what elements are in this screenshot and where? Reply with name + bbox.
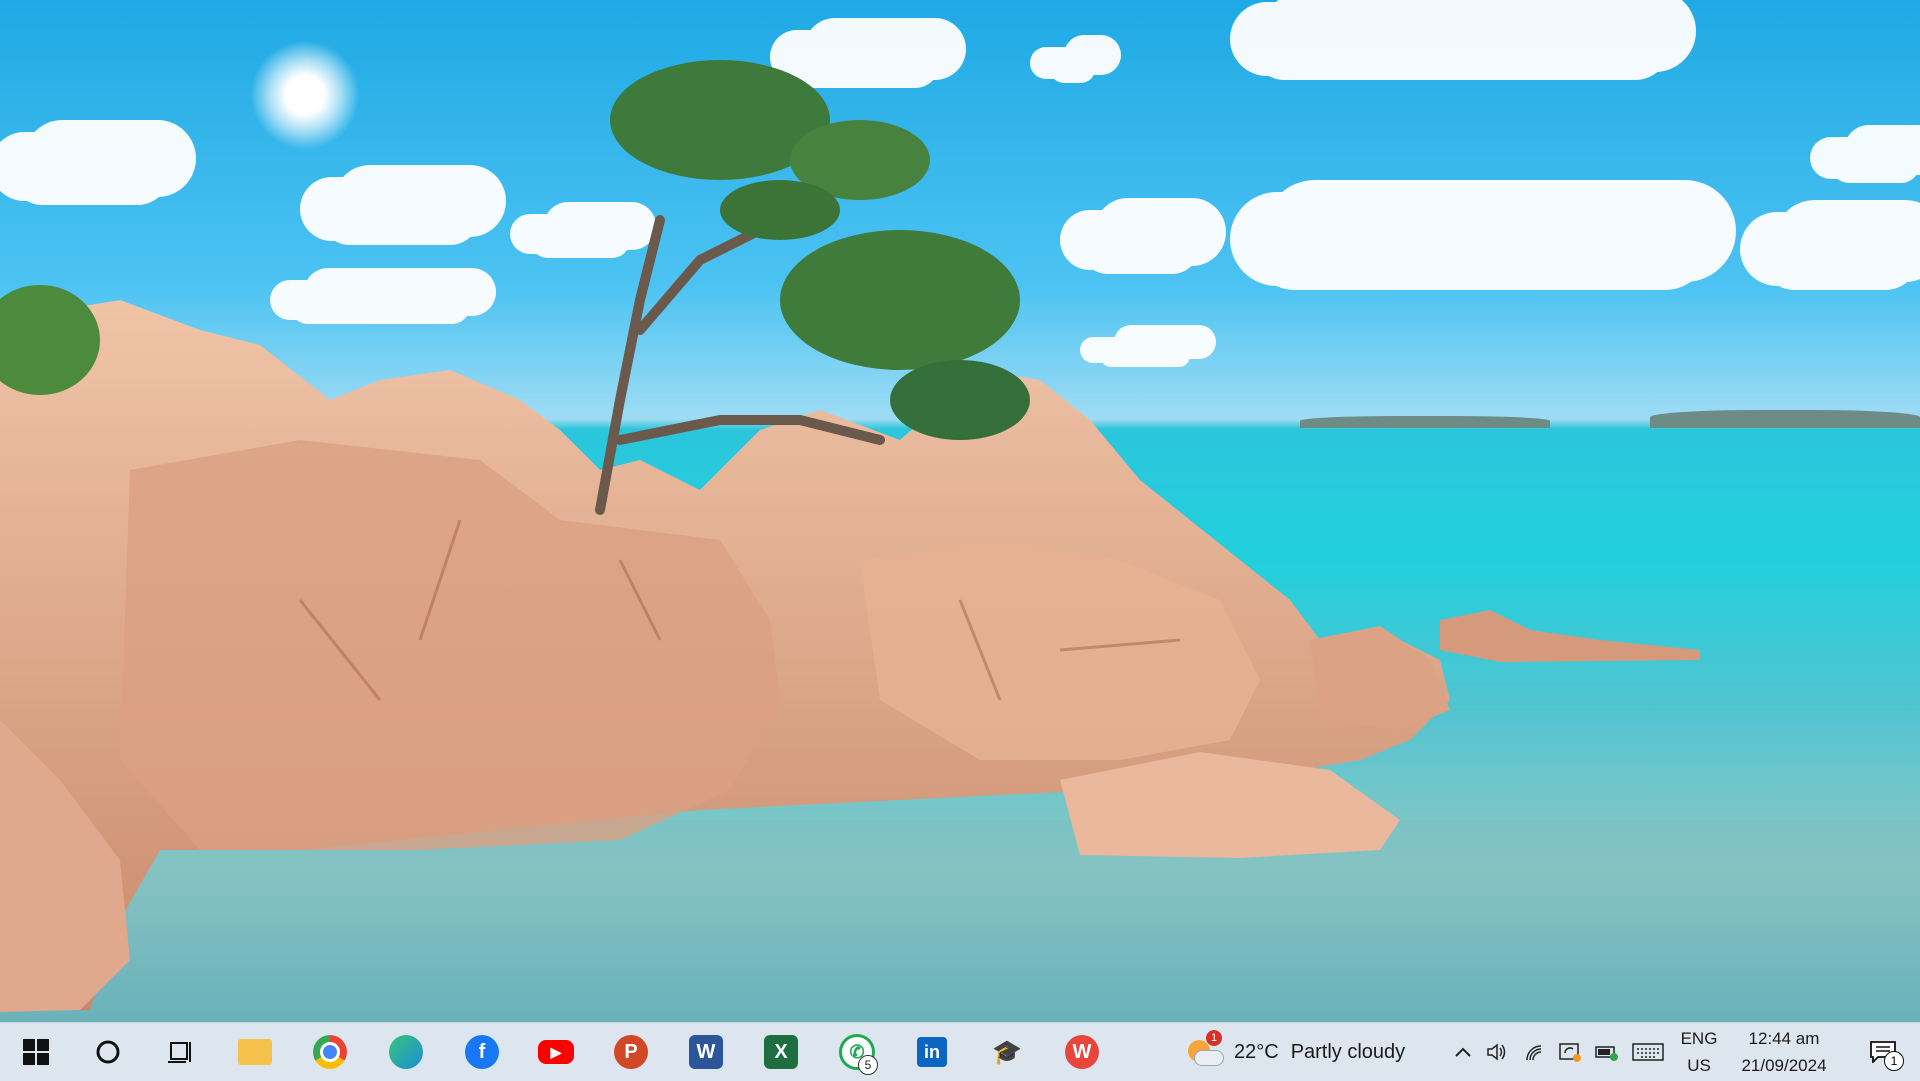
- taskbar-app-excel[interactable]: X: [751, 1023, 811, 1081]
- clock[interactable]: 12:44 am 21/09/2024: [1732, 1023, 1836, 1081]
- taskbar-app-whatsapp[interactable]: ✆ 5: [827, 1023, 887, 1081]
- task-view-icon: [168, 1042, 191, 1063]
- taskbar: f ▶ P W X ✆ 5 in 🎓 W 1 22°C Partly cloud…: [0, 1022, 1920, 1081]
- partly-cloudy-icon: 1: [1186, 1030, 1224, 1068]
- chrome-icon: [313, 1035, 347, 1069]
- powerpoint-icon: P: [614, 1035, 648, 1069]
- weather-temp: 22°C: [1234, 1040, 1279, 1063]
- show-hidden-icons-button[interactable]: [1448, 1023, 1478, 1081]
- language-bottom: US: [1687, 1056, 1711, 1075]
- weather-widget[interactable]: 1 22°C Partly cloudy: [1186, 1023, 1426, 1081]
- wifi-icon: [1526, 1045, 1542, 1061]
- edge-icon: [389, 1035, 423, 1069]
- taskbar-app-edge[interactable]: [376, 1023, 436, 1081]
- battery-icon: [1595, 1046, 1618, 1061]
- cortana-circle-icon: [96, 1040, 120, 1064]
- folder-icon: [238, 1039, 272, 1065]
- weather-badge: 1: [1206, 1030, 1222, 1046]
- taskbar-app-wps[interactable]: W: [1052, 1023, 1112, 1081]
- language-top: ENG: [1680, 1029, 1718, 1048]
- action-center-button[interactable]: 1: [1858, 1023, 1908, 1081]
- word-icon: W: [689, 1035, 723, 1069]
- taskbar-app-word[interactable]: W: [676, 1023, 736, 1081]
- taskbar-app-powerpoint[interactable]: P: [601, 1023, 661, 1081]
- start-button[interactable]: [10, 1023, 62, 1081]
- volume-button[interactable]: [1482, 1023, 1512, 1081]
- excel-icon: X: [764, 1035, 798, 1069]
- weather-condition: Partly cloudy: [1290, 1040, 1406, 1063]
- sync-button[interactable]: [1555, 1023, 1585, 1081]
- chevron-up-icon: [1455, 1047, 1471, 1057]
- graduation-cap-icon: 🎓: [992, 1038, 1022, 1066]
- facebook-icon: f: [465, 1035, 499, 1069]
- clock-time: 12:44 am: [1748, 1029, 1820, 1048]
- rocks-and-tree: [0, 60, 1920, 1022]
- battery-button[interactable]: [1592, 1023, 1622, 1081]
- taskbar-app-chrome[interactable]: [300, 1023, 360, 1081]
- sync-icon: [1559, 1043, 1581, 1062]
- taskbar-app-facebook[interactable]: f: [452, 1023, 512, 1081]
- desktop-wallpaper: [0, 0, 1920, 1022]
- taskbar-app-graduation[interactable]: 🎓: [977, 1023, 1037, 1081]
- task-view-button[interactable]: [152, 1023, 208, 1081]
- language-switcher[interactable]: ENG US: [1674, 1023, 1724, 1081]
- keyboard-icon: [1632, 1043, 1664, 1061]
- whatsapp-icon: ✆ 5: [839, 1034, 878, 1075]
- taskbar-app-file-explorer[interactable]: [225, 1023, 285, 1081]
- clock-date: 21/09/2024: [1741, 1056, 1827, 1075]
- network-button[interactable]: [1519, 1023, 1549, 1081]
- speaker-icon: [1487, 1043, 1506, 1061]
- whatsapp-badge: 5: [858, 1055, 878, 1075]
- notification-count: 1: [1884, 1051, 1904, 1071]
- wps-icon: W: [1065, 1035, 1099, 1069]
- touch-keyboard-button[interactable]: [1630, 1023, 1666, 1081]
- windows-logo-icon: [23, 1039, 49, 1065]
- taskbar-app-youtube[interactable]: ▶: [526, 1023, 586, 1081]
- taskbar-app-linkedin[interactable]: in: [902, 1023, 962, 1081]
- linkedin-icon: in: [917, 1037, 947, 1067]
- youtube-icon: ▶: [538, 1040, 574, 1064]
- search-button[interactable]: [80, 1023, 136, 1081]
- notification-icon: 1: [1870, 1041, 1904, 1071]
